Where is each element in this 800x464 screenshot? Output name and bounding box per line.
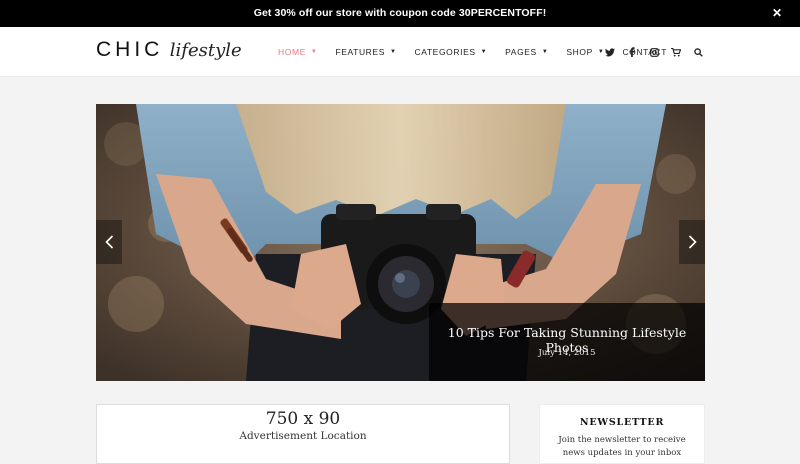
- chevron-down-icon: ▼: [597, 49, 605, 55]
- nav-item-label: PAGES: [505, 47, 537, 57]
- nav-item-shop[interactable]: SHOP ▼: [566, 47, 604, 57]
- chevron-down-icon: ▼: [389, 49, 397, 55]
- nav-item-label: HOME: [278, 47, 306, 57]
- advertisement-box[interactable]: 750 x 90 Advertisement Location: [96, 404, 510, 464]
- nav-item-home[interactable]: HOME ▼: [278, 47, 317, 57]
- slider-caption: 10 Tips For Taking Stunning Lifestyle Ph…: [429, 303, 705, 381]
- cart-icon[interactable]: [671, 47, 681, 57]
- newsletter-title: NEWSLETTER: [579, 417, 665, 428]
- site-header: CHIC lifestyle HOME ▼ FEATURES ▼ CATEGOR…: [0, 27, 800, 77]
- promo-bar: Get 30% off our store with coupon code 3…: [0, 0, 800, 27]
- site-logo[interactable]: CHIC lifestyle: [96, 38, 242, 66]
- instagram-icon[interactable]: [649, 47, 659, 57]
- chevron-down-icon: ▼: [310, 49, 318, 55]
- slider-post-date: July 14, 2015: [538, 348, 596, 358]
- chevron-down-icon: ▼: [480, 49, 488, 55]
- ad-label: Advertisement Location: [239, 430, 367, 442]
- nav-item-label: SHOP: [566, 47, 593, 57]
- slider-prev-button[interactable]: [96, 220, 122, 264]
- nav-icons: [605, 27, 715, 77]
- ad-size: 750 x 90: [265, 409, 341, 429]
- chevron-left-icon: [104, 235, 113, 249]
- logo-sub-text: lifestyle: [169, 40, 242, 61]
- newsletter-text: Join the newsletter to receive news upda…: [558, 435, 686, 458]
- nav-item-features[interactable]: FEATURES ▼: [335, 47, 396, 57]
- slider-next-button[interactable]: [679, 220, 705, 264]
- chevron-down-icon: ▼: [541, 49, 549, 55]
- twitter-icon[interactable]: [605, 47, 615, 57]
- logo-main-text: CHIC: [96, 38, 164, 61]
- newsletter-widget: NEWSLETTER Join the newsletter to receiv…: [539, 404, 705, 464]
- facebook-icon[interactable]: [627, 47, 637, 57]
- nav-item-label: FEATURES: [335, 47, 385, 57]
- chevron-right-icon: [688, 235, 697, 249]
- close-icon[interactable]: ✕: [772, 0, 782, 27]
- nav-item-label: CATEGORIES: [414, 47, 476, 57]
- nav-item-pages[interactable]: PAGES ▼: [505, 47, 548, 57]
- search-icon[interactable]: [693, 47, 703, 57]
- nav-item-categories[interactable]: CATEGORIES ▼: [415, 47, 488, 57]
- promo-text: Get 30% off our store with coupon code 3…: [253, 7, 547, 19]
